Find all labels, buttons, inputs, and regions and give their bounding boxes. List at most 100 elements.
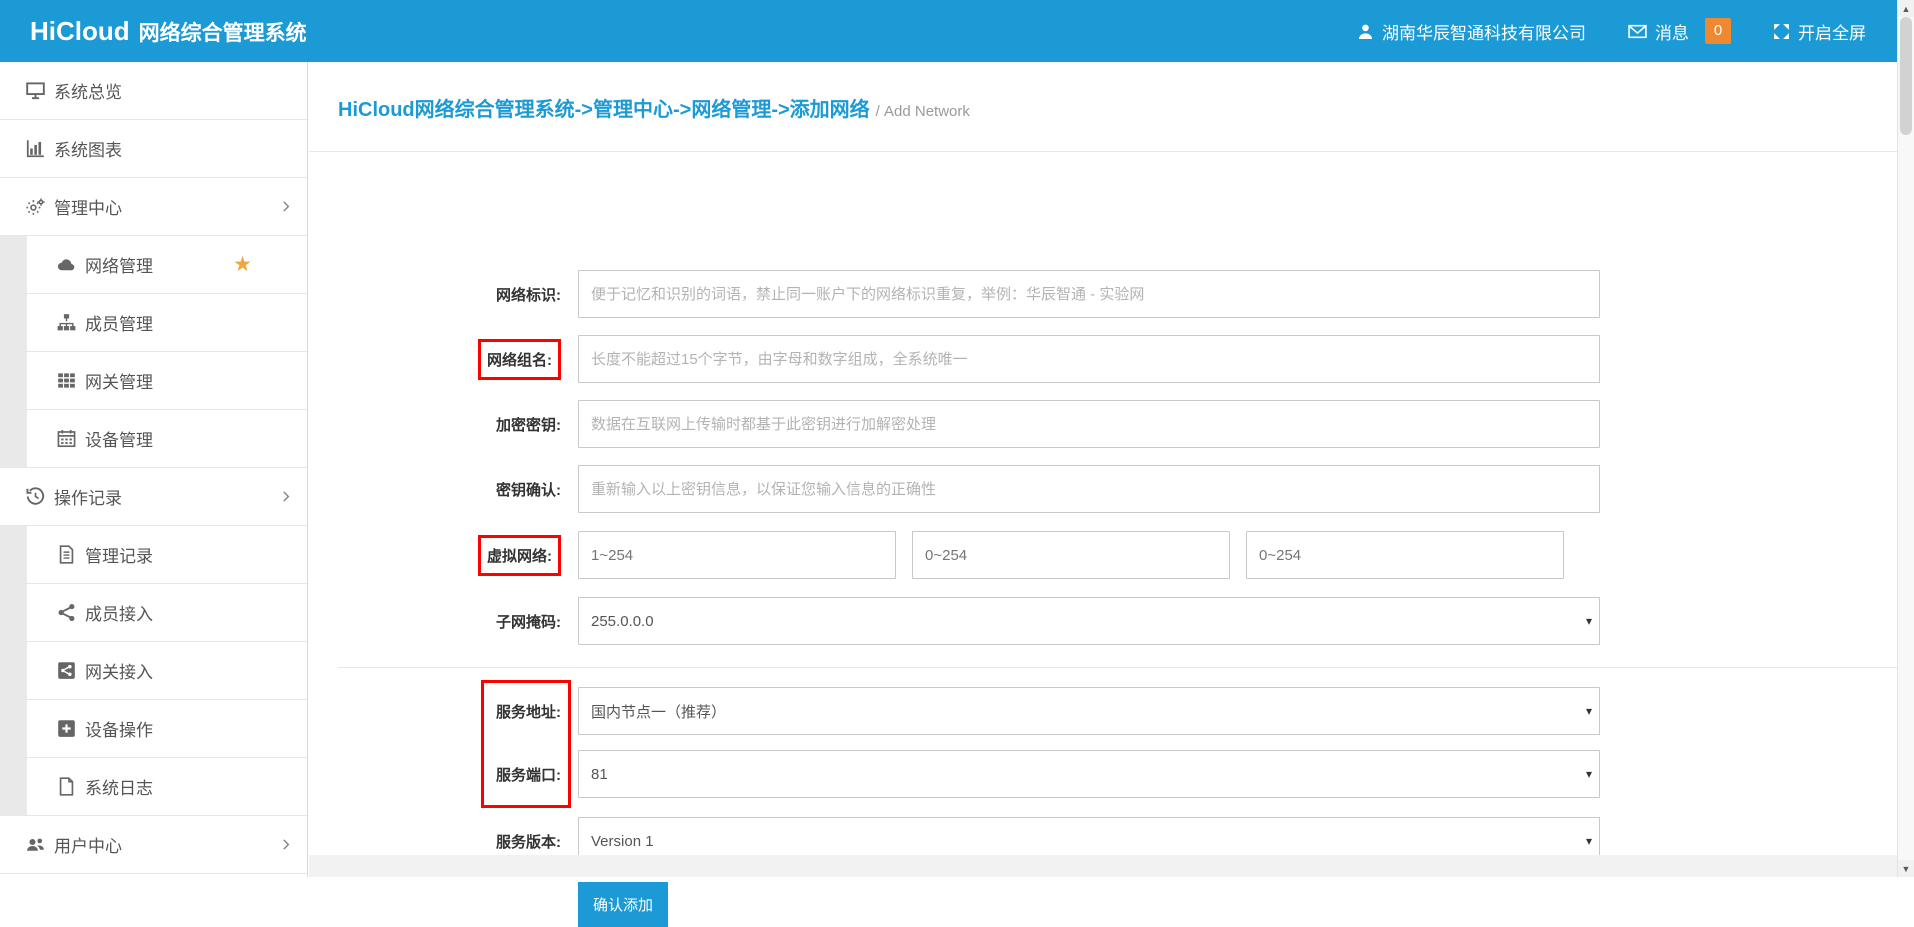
- subnet-mask-select[interactable]: 255.0.0.0 ▾: [578, 597, 1600, 645]
- service-address-value: 国内节点一（推荐）: [591, 701, 726, 722]
- virtual-network-octet3-input[interactable]: [1246, 531, 1564, 579]
- confirm-add-button[interactable]: 确认添加: [578, 882, 668, 927]
- caret-down-icon: ▾: [1586, 834, 1592, 848]
- key-confirm-input[interactable]: [578, 465, 1600, 513]
- main-content: HiCloud网络综合管理系统->管理中心->网络管理->添加网络 / Add N…: [309, 62, 1897, 877]
- service-port-value: 81: [591, 766, 608, 783]
- history-icon: [26, 487, 45, 506]
- sidebar-item-network-management[interactable]: 网络管理 ★: [0, 236, 307, 294]
- users-icon: [26, 835, 45, 854]
- sidebar-item-user-center[interactable]: 用户中心: [0, 816, 307, 874]
- sidebar-item-label: 设备管理: [85, 426, 153, 451]
- caret-down-icon: ▾: [1586, 704, 1592, 718]
- sidebar-item-label: 成员管理: [85, 310, 153, 335]
- chevron-right-icon: [281, 839, 292, 850]
- calendar-icon: [57, 429, 76, 448]
- sidebar-item-device-management[interactable]: 设备管理: [0, 410, 307, 468]
- vertical-scrollbar: ▲ ▼: [1897, 0, 1914, 877]
- envelope-icon: [1628, 24, 1647, 39]
- chevron-right-icon: [281, 491, 292, 502]
- scrollbar-thumb[interactable]: [1900, 17, 1912, 135]
- sidebar-item-label: 系统总览: [54, 78, 122, 103]
- virtual-network-octet2-input[interactable]: [912, 531, 1230, 579]
- sidebar-item-admin-records[interactable]: 管理记录: [0, 526, 307, 584]
- network-id-input[interactable]: [578, 270, 1600, 318]
- grid-icon: [57, 371, 76, 390]
- sidebar-item-gateway-management[interactable]: 网关管理: [0, 352, 307, 410]
- user-icon: [1357, 23, 1374, 40]
- sidebar-item-label: 管理中心: [54, 194, 122, 219]
- encryption-key-input[interactable]: [578, 400, 1600, 448]
- group-name-label: 网络组名:: [338, 339, 561, 380]
- group-name-input[interactable]: [578, 335, 1600, 383]
- sidebar-nav: 系统总览 系统图表 管理中心 网络管理 ★ 成员管理 网关管理 设备管理: [0, 62, 308, 877]
- breadcrumb-suffix: / Add Network: [876, 103, 970, 120]
- virtual-network-label: 虚拟网络:: [338, 535, 561, 576]
- sidebar-item-member-access[interactable]: 成员接入: [0, 584, 307, 642]
- scrollbar-down-button[interactable]: ▼: [1898, 860, 1914, 877]
- breadcrumb-path[interactable]: HiCloud网络综合管理系统->管理中心->网络管理->添加网络: [338, 99, 870, 121]
- page-footer: [309, 855, 1897, 877]
- sidebar-item-label: 设备操作: [85, 716, 153, 741]
- breadcrumb-bar: HiCloud网络综合管理系统->管理中心->网络管理->添加网络 / Add N…: [309, 62, 1897, 152]
- service-version-value: Version 1: [591, 833, 654, 850]
- brand-name: HiCloud: [30, 16, 130, 47]
- fullscreen-icon: [1773, 23, 1790, 40]
- sidebar-item-operation-log[interactable]: 操作记录: [0, 468, 307, 526]
- sidebar-item-system-charts[interactable]: 系统图表: [0, 120, 307, 178]
- service-port-label: 服务端口:: [338, 764, 561, 785]
- top-header-bar: HiCloud 网络综合管理系统 湖南华辰智通科技有限公司 消息 0 开启全屏: [0, 0, 1914, 62]
- file-text-icon: [57, 545, 76, 564]
- sitemap-icon: [57, 313, 76, 332]
- encryption-key-label: 加密密钥:: [338, 414, 561, 435]
- scrollbar-up-button[interactable]: ▲: [1898, 0, 1914, 17]
- subnet-mask-value: 255.0.0.0: [591, 613, 654, 630]
- service-address-label: 服务地址:: [338, 701, 561, 722]
- sidebar-item-admin-center[interactable]: 管理中心: [0, 178, 307, 236]
- sidebar-item-system-overview[interactable]: 系统总览: [0, 62, 307, 120]
- sidebar-item-label: 网关管理: [85, 368, 153, 393]
- sidebar-item-label: 网关接入: [85, 658, 153, 683]
- monitor-icon: [26, 81, 45, 100]
- gears-icon: [26, 197, 45, 216]
- sidebar-item-system-logs[interactable]: 系统日志: [0, 758, 307, 816]
- sidebar-item-gateway-access[interactable]: 网关接入: [0, 642, 307, 700]
- virtual-network-octet1-input[interactable]: [578, 531, 896, 579]
- messages-label: 消息: [1655, 19, 1689, 44]
- account-menu[interactable]: 湖南华辰智通科技有限公司: [1357, 19, 1586, 44]
- virtual-network-highlight-box: 虚拟网络:: [478, 535, 561, 576]
- sidebar-item-label: 系统日志: [85, 774, 153, 799]
- app-logo[interactable]: HiCloud 网络综合管理系统: [0, 16, 307, 47]
- plus-square-icon: [57, 719, 76, 738]
- fullscreen-label: 开启全屏: [1798, 19, 1866, 44]
- sidebar-item-label: 操作记录: [54, 484, 122, 509]
- brand-subtitle: 网络综合管理系统: [139, 17, 307, 47]
- sidebar-item-label: 成员接入: [85, 600, 153, 625]
- service-port-select[interactable]: 81 ▾: [578, 750, 1600, 798]
- favorite-star-icon[interactable]: ★: [233, 254, 252, 275]
- share-icon: [57, 603, 76, 622]
- fullscreen-button[interactable]: 开启全屏: [1773, 19, 1866, 44]
- service-address-select[interactable]: 国内节点一（推荐） ▾: [578, 687, 1600, 735]
- company-name: 湖南华辰智通科技有限公司: [1382, 19, 1586, 44]
- caret-down-icon: ▾: [1586, 614, 1592, 628]
- file-icon: [57, 777, 76, 796]
- bar-chart-icon: [26, 139, 45, 158]
- cloud-icon: [57, 255, 76, 274]
- sidebar-item-label: 用户中心: [54, 832, 122, 857]
- network-id-label: 网络标识:: [338, 284, 561, 305]
- sidebar-item-label: 网络管理: [85, 252, 153, 277]
- group-name-highlight-box: 网络组名:: [478, 339, 561, 380]
- chevron-right-icon: [281, 201, 292, 212]
- messages-count-badge: 0: [1705, 18, 1731, 44]
- sidebar-item-device-operations[interactable]: 设备操作: [0, 700, 307, 758]
- service-version-label: 服务版本:: [338, 831, 561, 852]
- breadcrumb: HiCloud网络综合管理系统->管理中心->网络管理->添加网络 / Add N…: [338, 93, 970, 122]
- sidebar-item-member-management[interactable]: 成员管理: [0, 294, 307, 352]
- add-network-form: 网络标识: 网络组名: 加密密钥: 密钥确认: 虚拟网络:: [309, 152, 1897, 855]
- messages-button[interactable]: 消息 0: [1628, 18, 1731, 44]
- share-square-icon: [57, 661, 76, 680]
- sidebar-item-label: 系统图表: [54, 136, 122, 161]
- section-divider: [338, 667, 1897, 668]
- subnet-mask-label: 子网掩码:: [338, 611, 561, 632]
